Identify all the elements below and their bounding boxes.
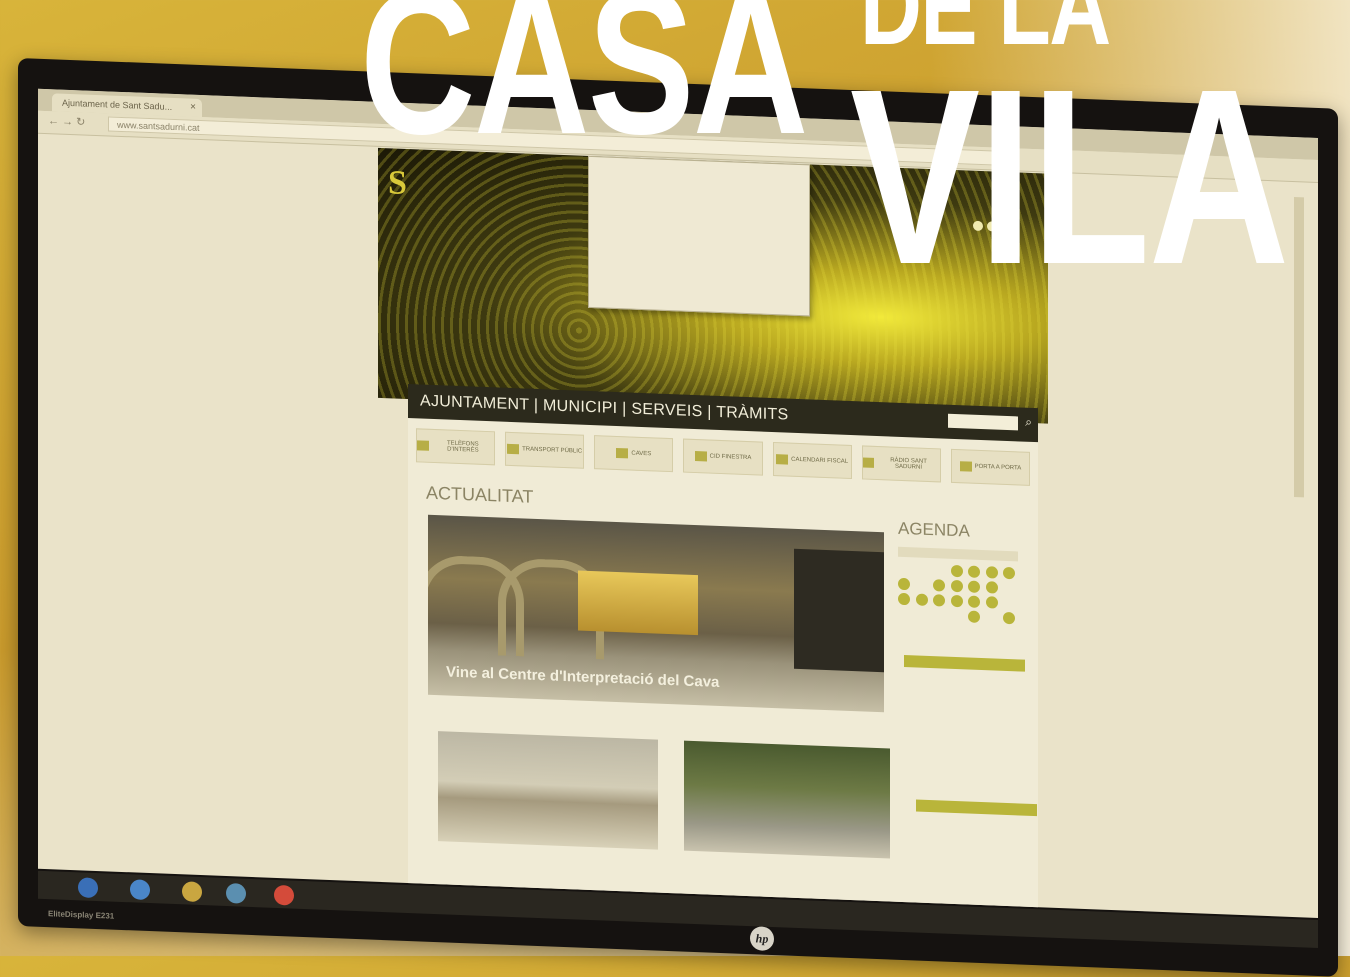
search-icon[interactable]: ⌕ [1025,415,1032,430]
bin-icon [959,461,972,472]
agenda-event-text [904,671,1022,676]
calendar-day[interactable] [985,566,998,579]
quicklink-transport[interactable]: TRANSPORT PÚBLIC [505,431,585,469]
quicklink-calendari[interactable]: CALENDARI FISCAL [772,441,852,480]
quicklink-radio[interactable]: RÀDIO SANT SADURNÍ [861,445,941,483]
calendar-day[interactable] [968,595,981,608]
actualitat-heading: ACTUALITAT [426,482,534,507]
quicklink-caves[interactable]: CAVES [594,435,674,473]
dark-wall [794,548,884,673]
hp-logo: hp [750,926,774,952]
calendar-day[interactable] [950,579,963,593]
close-icon[interactable]: × [190,99,196,117]
media-icon[interactable] [226,882,246,904]
bottle-icon [616,447,629,459]
headline-casa: CASA [360,0,808,177]
calendar-day[interactable] [968,580,981,593]
calendar-month[interactable] [898,546,1018,562]
scrollbar[interactable] [1294,197,1304,498]
nav-arrows-icon[interactable]: ← → ↻ [48,114,85,128]
window-icon [694,450,707,462]
calendar-grid [898,563,1018,625]
agenda-calendar [898,546,1018,652]
agenda-heading: AGENDA [898,518,970,541]
search-input[interactable] [948,413,1018,431]
calendar-day[interactable] [968,610,981,623]
chrome-icon[interactable] [274,884,294,906]
calendar-day[interactable] [898,592,910,606]
quicklink-cid[interactable]: CID FINESTRA [683,438,763,476]
calendar-day[interactable] [950,594,963,608]
agenda-event-header[interactable] [916,799,1037,817]
calendar-day[interactable] [1003,566,1016,580]
phone-icon [417,440,429,451]
folder-icon[interactable] [182,881,202,903]
calendar-day[interactable] [1003,611,1016,625]
calendar-day[interactable] [898,577,910,591]
bus-icon [507,443,520,455]
radio-icon [862,457,875,468]
calendar-day[interactable] [968,565,981,578]
quicklink-porta[interactable]: PORTA A PORTA [950,448,1030,486]
lit-window [578,570,698,636]
calendar-day[interactable] [915,593,928,606]
calendar-day[interactable] [933,579,946,592]
quicklink-telefons[interactable]: TELÈFONS D'INTERÈS [416,428,496,466]
start-icon[interactable] [78,877,98,899]
calendar-day[interactable] [950,564,963,578]
calendar-icon [776,454,789,465]
main-news-photo[interactable]: Vine al Centre d'Interpretació del Cava [428,514,884,713]
headline-vila: VILA [850,37,1290,316]
calendar-day[interactable] [933,594,946,607]
main-nav-items[interactable]: AJUNTAMENT | MUNICIPI | SERVEIS | TRÀMIT… [420,392,789,424]
agenda-event-header[interactable] [904,655,1025,672]
content-area: TELÈFONS D'INTERÈS TRANSPORT PÚBLIC CAVE… [408,417,1038,918]
tab-title: Ajuntament de Sant Sadu... [62,97,173,112]
monitor-model: EliteDisplay E231 [48,909,115,921]
news-photo-road[interactable] [438,731,658,850]
news-photo-crowd[interactable] [684,740,890,859]
ie-icon[interactable] [130,879,150,901]
calendar-day[interactable] [985,581,998,594]
context-menu[interactable] [588,155,810,317]
main-news-caption[interactable]: Vine al Centre d'Interpretació del Cava [446,663,719,691]
calendar-day[interactable] [985,596,998,609]
